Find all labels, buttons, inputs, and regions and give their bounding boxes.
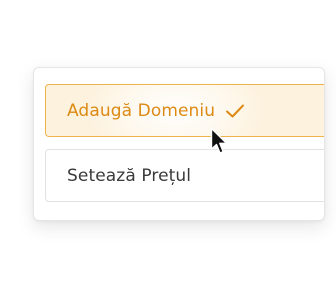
option-set-price-label: Setează Prețul <box>67 165 192 186</box>
option-set-price[interactable]: Setează Prețul <box>45 149 324 202</box>
screen: Adaugă Domeniu Setează Prețul <box>0 0 336 291</box>
option-add-domain[interactable]: Adaugă Domeniu <box>45 84 324 137</box>
mouse-pointer-icon <box>210 127 230 157</box>
option-add-domain-label: Adaugă Domeniu <box>67 100 216 121</box>
check-icon <box>225 103 245 119</box>
option-menu: Adaugă Domeniu Setează Prețul <box>33 67 325 221</box>
